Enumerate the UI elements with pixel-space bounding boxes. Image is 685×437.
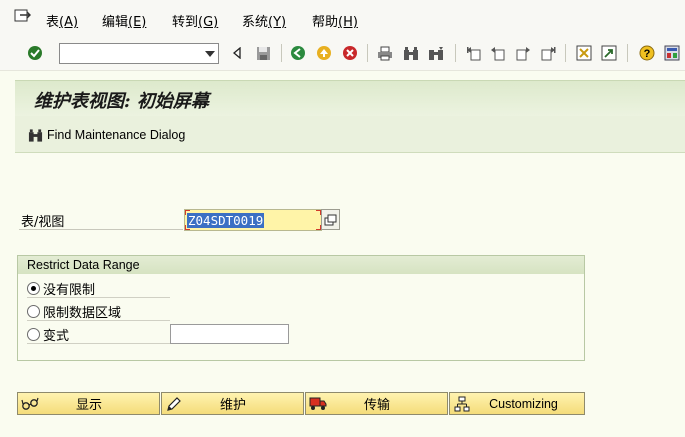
toolbar-separator <box>455 44 456 62</box>
pencil-icon <box>163 394 185 414</box>
enter-icon[interactable] <box>26 44 44 62</box>
radio-underline <box>27 320 170 321</box>
menu-table[interactable]: 表(A) <box>46 11 78 30</box>
table-view-input[interactable]: Z04SDT0019 <box>184 209 322 231</box>
customizing-button[interactable]: Customizing <box>449 392 585 415</box>
variant-input[interactable] <box>170 324 289 344</box>
radio-label: 变式 <box>43 328 70 344</box>
display-button-label: 显示 <box>75 398 102 413</box>
radio-button[interactable] <box>27 304 40 318</box>
focus-corner <box>185 225 190 230</box>
menu-goto[interactable]: 转到(G) <box>172 11 218 30</box>
menu-system[interactable]: 系统(Y) <box>242 11 286 30</box>
radio-underline <box>27 343 170 344</box>
menu-help-label: 帮助 <box>312 15 339 30</box>
back-nav-icon[interactable] <box>289 44 307 62</box>
focus-corner <box>185 210 190 215</box>
find-maintenance-dialog-button[interactable]: Find Maintenance Dialog <box>28 126 185 144</box>
create-session-icon[interactable] <box>575 44 593 62</box>
label-underline <box>19 229 183 230</box>
radio-button[interactable] <box>27 327 40 341</box>
prev-page-icon[interactable] <box>489 44 507 62</box>
first-page-icon[interactable] <box>465 44 483 62</box>
menu-system-label: 系统 <box>242 15 269 30</box>
back-icon[interactable] <box>228 44 246 62</box>
cancel-icon[interactable] <box>341 44 359 62</box>
toolbar-separator <box>281 44 282 62</box>
save-icon[interactable] <box>254 44 272 62</box>
radio-underline <box>27 297 170 298</box>
toolbar-separator <box>367 44 368 62</box>
radio-no-restriction[interactable]: 没有限制 <box>27 278 95 298</box>
table-view-value: Z04SDT0019 <box>187 213 265 228</box>
menu-table-key: (A) <box>59 15 79 30</box>
transport-button[interactable]: 传输 <box>305 392 448 415</box>
menu-help[interactable]: 帮助(H) <box>312 11 358 30</box>
menu-goto-label: 转到 <box>172 15 199 30</box>
help-icon[interactable]: ? <box>638 44 656 62</box>
find-icon[interactable] <box>402 44 420 62</box>
value-help-button[interactable] <box>321 209 340 230</box>
glasses-icon <box>19 394 41 414</box>
customizing-button-label: Customizing <box>489 396 558 411</box>
radio-button-selected[interactable] <box>27 281 40 295</box>
radio-variant[interactable]: 变式 <box>27 324 69 344</box>
menu-edit[interactable]: 编辑(E) <box>102 11 146 30</box>
shortcut-icon[interactable] <box>600 44 618 62</box>
truck-icon <box>307 394 329 414</box>
print-icon[interactable] <box>376 44 394 62</box>
next-page-icon[interactable] <box>514 44 532 62</box>
table-view-label: 表/视图 <box>21 215 65 230</box>
command-dropdown-icon[interactable] <box>201 44 218 63</box>
find-next-icon[interactable] <box>427 44 445 62</box>
radio-label: 没有限制 <box>43 282 96 298</box>
maintain-button[interactable]: 维护 <box>161 392 304 415</box>
find-icon <box>28 128 43 143</box>
menu-edit-label: 编辑 <box>102 15 129 30</box>
radio-label: 限制数据区域 <box>43 305 122 321</box>
page-title: 维护表视图: 初始屏幕 <box>34 91 209 112</box>
svg-text:?: ? <box>644 48 651 60</box>
layout-icon[interactable] <box>663 44 681 62</box>
system-menu-icon[interactable] <box>14 8 32 24</box>
toolbar-separator <box>627 44 628 62</box>
menu-goto-key: (G) <box>198 15 219 30</box>
hierarchy-icon <box>451 394 473 414</box>
group-title: Restrict Data Range <box>27 258 140 272</box>
transport-button-label: 传输 <box>363 398 390 413</box>
maintain-button-label: 维护 <box>219 398 246 413</box>
toolbar-separator <box>565 44 566 62</box>
menu-edit-key: (E) <box>128 15 147 30</box>
menu-system-key: (Y) <box>268 15 287 30</box>
last-page-icon[interactable] <box>539 44 557 62</box>
menu-help-key: (H) <box>338 15 358 30</box>
command-field[interactable] <box>59 43 219 64</box>
radio-restrict-data[interactable]: 限制数据区域 <box>27 301 121 321</box>
menu-table-label: 表 <box>46 15 60 30</box>
value-help-icon <box>324 214 337 226</box>
exit-icon[interactable] <box>315 44 333 62</box>
find-maintenance-dialog-label: Find Maintenance Dialog <box>47 128 186 142</box>
display-button[interactable]: 显示 <box>17 392 160 415</box>
